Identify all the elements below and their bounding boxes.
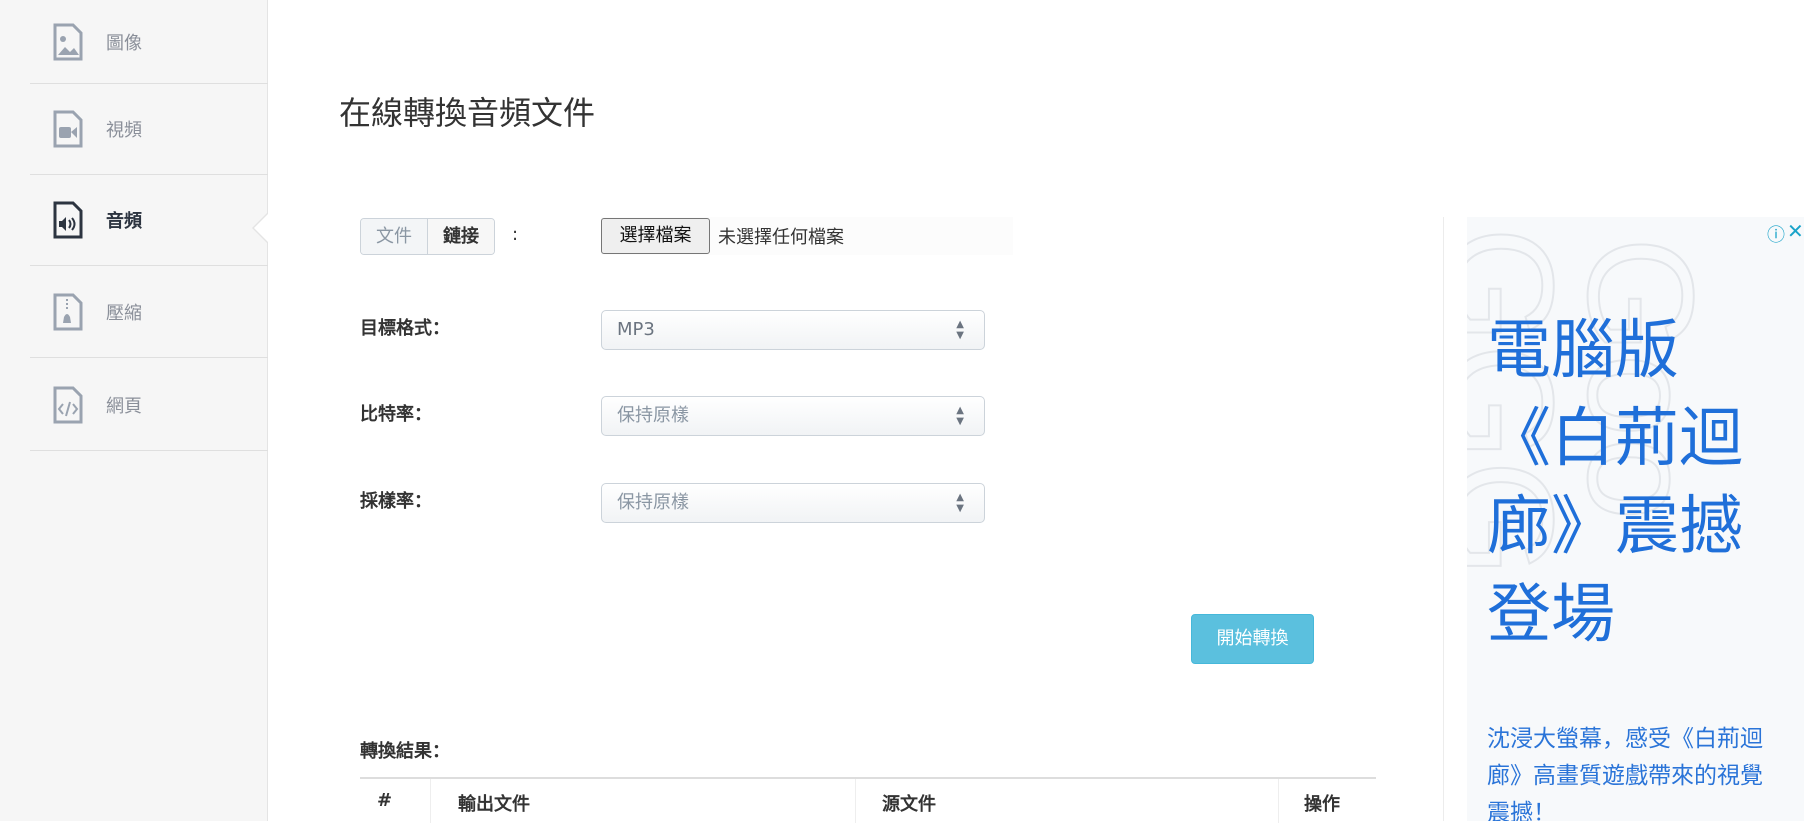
bitrate-label: 比特率：: [360, 404, 432, 425]
column-divider: [430, 779, 431, 823]
image-file-icon: [53, 23, 83, 60]
ad-body[interactable]: 沈浸大螢幕，感受《白荊迴廊》高畫質遊戲帶來的視覺震撼！: [1487, 721, 1777, 821]
col-output-file: 輸出文件: [458, 794, 530, 815]
col-source-file: 源文件: [882, 794, 936, 815]
sidebar-item-image[interactable]: 圖像: [30, 0, 268, 84]
ad-close-icon[interactable]: ✕: [1787, 219, 1804, 243]
ad-headline[interactable]: 電腦版《白荊迴廊》震撼登場: [1487, 307, 1787, 659]
results-title: 轉換結果：: [360, 741, 450, 762]
select-arrows-icon: ▲ ▼: [956, 319, 964, 341]
page-title: 在線轉換音頻文件: [339, 94, 596, 132]
col-index: #: [377, 790, 393, 811]
sidebar-item-label: 壓縮: [106, 303, 142, 324]
source-colon: :: [512, 224, 519, 245]
sidebar: 圖像 視頻 音頻 壓縮 網頁: [0, 0, 268, 821]
sidebar-item-label: 網頁: [106, 396, 142, 417]
sidebar-item-webpage[interactable]: 網頁: [30, 360, 268, 451]
select-arrows-icon: ▲ ▼: [956, 492, 964, 514]
samplerate-select[interactable]: 保持原樣 ▲ ▼: [601, 483, 985, 523]
source-tabs: 文件 鏈接: [360, 218, 495, 255]
column-divider: [855, 779, 856, 823]
format-select[interactable]: MP3 ▲ ▼: [601, 310, 985, 350]
audio-file-icon: [53, 201, 83, 239]
samplerate-label: 採樣率：: [360, 491, 432, 512]
sidebar-item-video[interactable]: 視頻: [30, 84, 268, 175]
column-divider: [1278, 779, 1279, 823]
format-value: MP3: [617, 319, 655, 340]
bitrate-value: 保持原樣: [617, 405, 689, 426]
file-input[interactable]: 選擇檔案 未選擇任何檔案: [601, 217, 1013, 255]
zip-file-icon: [53, 293, 83, 331]
format-label: 目標格式：: [360, 318, 450, 339]
results-table-header: # 輸出文件 源文件 操作: [360, 777, 1376, 823]
choose-file-button[interactable]: 選擇檔案: [601, 218, 710, 254]
code-file-icon: [53, 386, 83, 424]
bitrate-select[interactable]: 保持原樣 ▲ ▼: [601, 396, 985, 436]
sidebar-item-label: 視頻: [106, 120, 142, 141]
ad-info-icon[interactable]: ⓘ: [1767, 221, 1785, 247]
sidebar-item-zip[interactable]: 壓縮: [30, 267, 268, 358]
start-convert-button[interactable]: 開始轉換: [1191, 614, 1314, 664]
select-arrows-icon: ▲ ▼: [956, 405, 964, 427]
tab-file[interactable]: 文件: [361, 219, 428, 254]
sidebar-item-audio[interactable]: 音頻: [30, 175, 268, 266]
ad-banner[interactable]: GGG Goo 電腦版《白荊迴廊》震撼登場 沈浸大螢幕，感受《白荊迴廊》高畫質遊…: [1467, 217, 1804, 821]
sidebar-item-label: 音頻: [106, 211, 142, 232]
col-actions: 操作: [1304, 794, 1340, 815]
content-divider: [1443, 217, 1444, 821]
sidebar-item-label: 圖像: [106, 32, 142, 54]
tab-link[interactable]: 鏈接: [428, 219, 494, 254]
active-indicator: [252, 212, 269, 244]
file-status: 未選擇任何檔案: [718, 227, 844, 248]
video-file-icon: [53, 110, 83, 148]
samplerate-value: 保持原樣: [617, 492, 689, 513]
